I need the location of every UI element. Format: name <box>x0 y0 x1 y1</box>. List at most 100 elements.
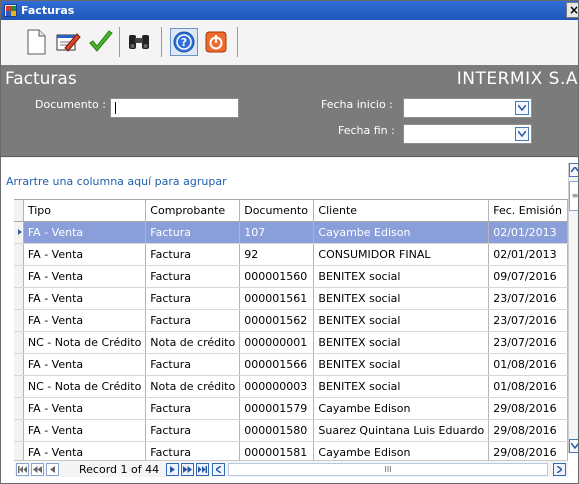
table-row[interactable]: FA - Venta Factura 000001566 BENITEX social… <box>14 353 568 376</box>
scroll-right-icon[interactable] <box>553 463 566 476</box>
scroll-left-icon[interactable] <box>212 463 225 476</box>
table-row[interactable]: FA - Venta Factura 107 Cayambe Edison 02/01/… <box>14 221 568 244</box>
cell-comprobante[interactable]: Factura <box>145 221 241 244</box>
cell-tipo[interactable]: FA - Venta <box>23 397 147 420</box>
fecha-fin-picker[interactable] <box>403 124 532 144</box>
title-bar[interactable]: Facturas × <box>1 1 578 20</box>
table-row[interactable]: FA - Venta Factura 000001580 Suarez Quintan… <box>14 419 568 442</box>
cell-documento[interactable]: 000001562 <box>239 309 315 332</box>
edit-button[interactable] <box>54 28 82 56</box>
new-button[interactable] <box>22 28 50 56</box>
row-indicator[interactable] <box>14 243 24 266</box>
cell-comprobante[interactable]: Factura <box>145 419 241 442</box>
row-indicator[interactable] <box>14 309 24 332</box>
chevron-down-icon[interactable] <box>515 127 529 141</box>
cell-cliente[interactable]: BENITEX social <box>313 375 490 398</box>
cell-documento[interactable]: 000000001 <box>239 331 315 354</box>
cell-documento[interactable]: 92 <box>239 243 315 266</box>
row-indicator[interactable] <box>14 265 24 288</box>
cell-tipo[interactable]: FA - Venta <box>23 221 147 244</box>
cell-cliente[interactable]: Cayambe Edison <box>313 221 490 244</box>
cell-tipo[interactable]: FA - Venta <box>23 309 147 332</box>
fecha-inicio-picker[interactable] <box>403 98 532 118</box>
column-header-comprobante[interactable]: Comprobante <box>145 200 241 222</box>
last-record-icon[interactable] <box>196 463 209 476</box>
table-row[interactable]: NC - Nota de Crédito Nota de crédito 00000… <box>14 375 568 398</box>
cell-cliente[interactable]: Suarez Quintana Luis Eduardo <box>313 419 490 442</box>
cell-documento[interactable]: 000001579 <box>239 397 315 420</box>
column-header-fec-emision[interactable]: Fec. Emisión <box>488 200 568 222</box>
next-record-icon[interactable] <box>166 463 179 476</box>
cell-fec-emision[interactable]: 09/07/2016 <box>488 265 568 288</box>
cell-cliente[interactable]: Cayambe Edison <box>313 397 490 420</box>
cell-documento[interactable]: 000000003 <box>239 375 315 398</box>
cell-cliente[interactable]: BENITEX social <box>313 353 490 376</box>
previous-record-icon[interactable] <box>46 463 59 476</box>
cell-fec-emision[interactable]: 29/08/2016 <box>488 419 568 442</box>
cell-comprobante[interactable]: Nota de crédito <box>145 375 241 398</box>
search-button[interactable] <box>125 28 153 56</box>
horizontal-scroll-thumb[interactable]: III <box>228 463 548 476</box>
cell-cliente[interactable]: CONSUMIDOR FINAL <box>313 243 490 266</box>
cell-cliente[interactable]: BENITEX social <box>313 331 490 354</box>
cell-tipo[interactable]: NC - Nota de Crédito <box>23 375 147 398</box>
cell-tipo[interactable]: FA - Venta <box>23 265 147 288</box>
row-indicator[interactable] <box>14 375 24 398</box>
cell-cliente[interactable]: BENITEX social <box>313 309 490 332</box>
cell-comprobante[interactable]: Factura <box>145 243 241 266</box>
scroll-thumb[interactable]: ≡ <box>569 181 578 211</box>
cell-comprobante[interactable]: Nota de crédito <box>145 331 241 354</box>
table-row[interactable]: FA - Venta Factura 000001560 BENITEX social… <box>14 265 568 288</box>
column-header-cliente[interactable]: Cliente <box>313 200 490 222</box>
exit-button[interactable] <box>202 28 230 56</box>
cell-documento[interactable]: 000001561 <box>239 287 315 310</box>
next-page-icon[interactable] <box>181 463 194 476</box>
cell-tipo[interactable]: FA - Venta <box>23 243 147 266</box>
column-header-documento[interactable]: Documento <box>239 200 315 222</box>
documento-input[interactable] <box>110 98 239 118</box>
cell-fec-emision[interactable]: 02/01/2013 <box>488 243 568 266</box>
cell-comprobante[interactable]: Factura <box>145 265 241 288</box>
vertical-scrollbar[interactable]: ≡ <box>568 163 578 453</box>
row-indicator[interactable] <box>14 397 24 420</box>
scroll-down-button[interactable] <box>569 439 578 453</box>
close-button[interactable]: × <box>566 2 578 18</box>
table-row[interactable]: FA - Venta Factura 92 CONSUMIDOR FINAL 02/01… <box>14 243 568 266</box>
cell-comprobante[interactable]: Factura <box>145 287 241 310</box>
first-record-icon[interactable] <box>16 463 29 476</box>
cell-comprobante[interactable]: Factura <box>145 353 241 376</box>
cell-fec-emision[interactable]: 01/08/2016 <box>488 375 568 398</box>
facturas-grid[interactable]: Tipo Comprobante Documento Cliente Fec. … <box>14 199 568 470</box>
scroll-up-button[interactable] <box>569 163 578 177</box>
table-row[interactable]: FA - Venta Factura 000001562 BENITEX social… <box>14 309 568 332</box>
table-row[interactable]: FA - Venta Factura 000001561 BENITEX social… <box>14 287 568 310</box>
cell-cliente[interactable]: BENITEX social <box>313 287 490 310</box>
cell-comprobante[interactable]: Factura <box>145 309 241 332</box>
cell-documento[interactable]: 000001580 <box>239 419 315 442</box>
cell-fec-emision[interactable]: 29/08/2016 <box>488 397 568 420</box>
cell-documento[interactable]: 107 <box>239 221 315 244</box>
help-button[interactable]: ? <box>170 28 198 56</box>
row-indicator[interactable] <box>14 331 24 354</box>
cell-fec-emision[interactable]: 23/07/2016 <box>488 309 568 332</box>
row-indicator[interactable] <box>14 287 24 310</box>
row-indicator[interactable] <box>14 221 24 244</box>
cell-documento[interactable]: 000001560 <box>239 265 315 288</box>
previous-page-icon[interactable] <box>31 463 44 476</box>
chevron-down-icon[interactable] <box>515 101 529 115</box>
cell-documento[interactable]: 000001566 <box>239 353 315 376</box>
column-header-tipo[interactable]: Tipo <box>23 200 147 222</box>
cell-tipo[interactable]: FA - Venta <box>23 353 147 376</box>
table-row[interactable]: FA - Venta Factura 000001579 Cayambe Edison… <box>14 397 568 420</box>
cell-fec-emision[interactable]: 23/07/2016 <box>488 331 568 354</box>
cell-tipo[interactable]: FA - Venta <box>23 419 147 442</box>
cell-tipo[interactable]: NC - Nota de Crédito <box>23 331 147 354</box>
group-by-panel[interactable]: Arrartre una columna aquí para agrupar <box>6 175 227 188</box>
row-indicator[interactable] <box>14 353 24 376</box>
cell-fec-emision[interactable]: 01/08/2016 <box>488 353 568 376</box>
cell-fec-emision[interactable]: 23/07/2016 <box>488 287 568 310</box>
row-indicator[interactable] <box>14 419 24 442</box>
confirm-button[interactable] <box>87 28 115 56</box>
table-row[interactable]: NC - Nota de Crédito Nota de crédito 00000… <box>14 331 568 354</box>
cell-tipo[interactable]: FA - Venta <box>23 287 147 310</box>
